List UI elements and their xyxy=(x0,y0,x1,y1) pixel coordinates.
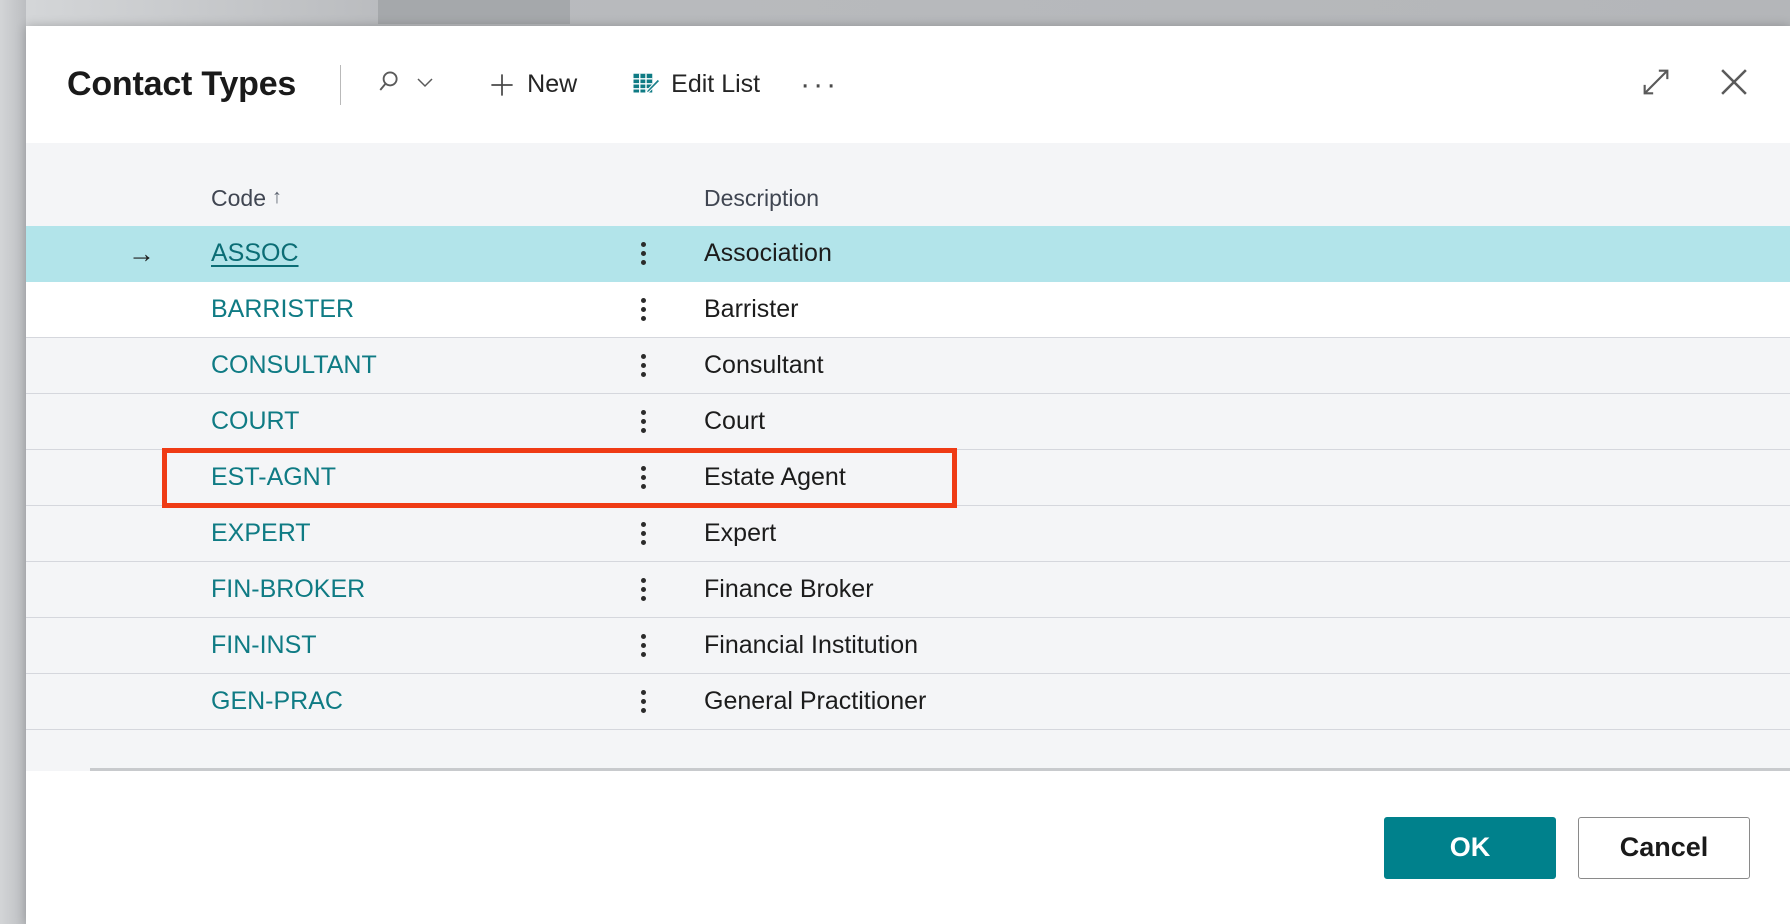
page-title: Contact Types xyxy=(67,65,297,103)
grid-header-row: Code ↑ Description xyxy=(26,143,1790,226)
row-menu-cell xyxy=(604,410,682,433)
column-header-description-wrap: Description xyxy=(682,185,1790,212)
vertical-ellipsis-icon[interactable] xyxy=(640,466,646,489)
cell-description[interactable]: Expert xyxy=(682,519,1790,548)
backdrop-left-edge xyxy=(0,0,26,924)
vertical-ellipsis-icon[interactable] xyxy=(640,242,646,265)
row-menu-cell xyxy=(604,466,682,489)
backdrop-top-strip xyxy=(0,0,1790,26)
plus-icon xyxy=(487,70,517,100)
cell-description[interactable]: Court xyxy=(682,407,1790,436)
row-menu-cell xyxy=(604,522,682,545)
edit-list-icon xyxy=(631,70,661,100)
ok-button[interactable]: OK xyxy=(1384,816,1556,879)
row-menu-cell xyxy=(604,690,682,713)
header-divider xyxy=(340,64,342,105)
vertical-ellipsis-icon[interactable] xyxy=(640,690,646,713)
cell-code[interactable]: COURT xyxy=(26,407,604,436)
chevron-down-icon[interactable] xyxy=(413,70,437,99)
table-row[interactable]: → ASSOC Association xyxy=(26,226,1790,282)
search-button[interactable] xyxy=(367,61,447,108)
cell-description[interactable]: Finance Broker xyxy=(682,575,1790,604)
column-header-description-label: Description xyxy=(704,185,820,211)
backdrop-browser-tab xyxy=(378,0,570,24)
search-icon xyxy=(377,67,407,102)
cancel-button[interactable]: Cancel xyxy=(1578,816,1750,879)
vertical-ellipsis-icon[interactable] xyxy=(640,522,646,545)
dialog-header: Contact Types New Edit List ··· xyxy=(26,26,1790,143)
more-options-button[interactable]: ··· xyxy=(788,64,851,106)
sort-ascending-icon: ↑ xyxy=(271,185,282,208)
cell-description[interactable]: Financial Institution xyxy=(682,631,1790,660)
vertical-ellipsis-icon[interactable] xyxy=(640,410,646,433)
vertical-ellipsis-icon[interactable] xyxy=(640,298,646,321)
cell-description[interactable]: Consultant xyxy=(682,351,1790,380)
column-header-code[interactable]: Code ↑ xyxy=(211,185,282,212)
expand-diagonal-icon xyxy=(1639,65,1673,104)
cell-code[interactable]: GEN-PRAC xyxy=(26,687,604,716)
table-row[interactable]: FIN-INST Financial Institution xyxy=(26,618,1790,674)
cell-description[interactable]: Estate Agent xyxy=(682,463,1790,492)
table-row[interactable]: FIN-BROKER Finance Broker xyxy=(26,562,1790,618)
close-button[interactable] xyxy=(1712,63,1756,107)
column-header-code-wrap: Code ↑ xyxy=(26,185,604,212)
table-row[interactable]: EST-AGNT Estate Agent xyxy=(26,450,1790,506)
cell-description[interactable]: Association xyxy=(682,239,1790,268)
cell-code[interactable]: CONSULTANT xyxy=(26,351,604,380)
expand-button[interactable] xyxy=(1634,63,1678,107)
grid-rows: → ASSOC Association BARRISTER Barrister CONSU… xyxy=(26,226,1790,730)
row-selected-arrow-icon: → xyxy=(128,238,155,268)
cell-description[interactable]: Barrister xyxy=(682,295,1790,324)
table-row[interactable]: BARRISTER Barrister xyxy=(26,282,1790,338)
table-row[interactable]: CONSULTANT Consultant xyxy=(26,338,1790,394)
cell-code[interactable]: EST-AGNT xyxy=(26,463,604,492)
vertical-ellipsis-icon[interactable] xyxy=(640,578,646,601)
list-bottom-edge xyxy=(90,768,1790,771)
edit-list-button[interactable]: Edit List xyxy=(617,62,774,108)
new-button-label: New xyxy=(527,70,578,98)
row-menu-cell xyxy=(604,634,682,657)
contact-types-dialog: Contact Types New Edit List ··· Code ↑ D… xyxy=(26,26,1790,924)
column-header-code-label: Code xyxy=(211,185,266,211)
row-menu-cell xyxy=(604,578,682,601)
cell-code[interactable]: BARRISTER xyxy=(26,295,604,324)
cell-code[interactable]: ASSOC xyxy=(26,239,604,268)
edit-list-button-label: Edit List xyxy=(671,70,761,98)
cell-code[interactable]: FIN-BROKER xyxy=(26,575,604,604)
row-menu-cell xyxy=(604,298,682,321)
new-button[interactable]: New xyxy=(473,62,591,108)
table-row[interactable]: EXPERT Expert xyxy=(26,506,1790,562)
vertical-ellipsis-icon[interactable] xyxy=(640,634,646,657)
row-menu-cell xyxy=(604,242,682,265)
vertical-ellipsis-icon[interactable] xyxy=(640,354,646,377)
dialog-footer: OK Cancel xyxy=(26,771,1790,924)
cell-code[interactable]: EXPERT xyxy=(26,519,604,548)
contact-types-grid: Code ↑ Description → ASSOC Association BARR… xyxy=(26,143,1790,771)
close-icon xyxy=(1715,63,1753,106)
row-menu-cell xyxy=(604,354,682,377)
header-action-bar: New Edit List ··· xyxy=(367,61,851,108)
cell-code[interactable]: FIN-INST xyxy=(26,631,604,660)
cell-description[interactable]: General Practitioner xyxy=(682,687,1790,716)
dialog-content: Code ↑ Description → ASSOC Association BARR… xyxy=(26,143,1790,771)
table-row[interactable]: GEN-PRAC General Practitioner xyxy=(26,674,1790,730)
window-controls xyxy=(1634,63,1756,107)
column-header-description[interactable]: Description xyxy=(704,185,819,212)
table-row[interactable]: COURT Court xyxy=(26,394,1790,450)
